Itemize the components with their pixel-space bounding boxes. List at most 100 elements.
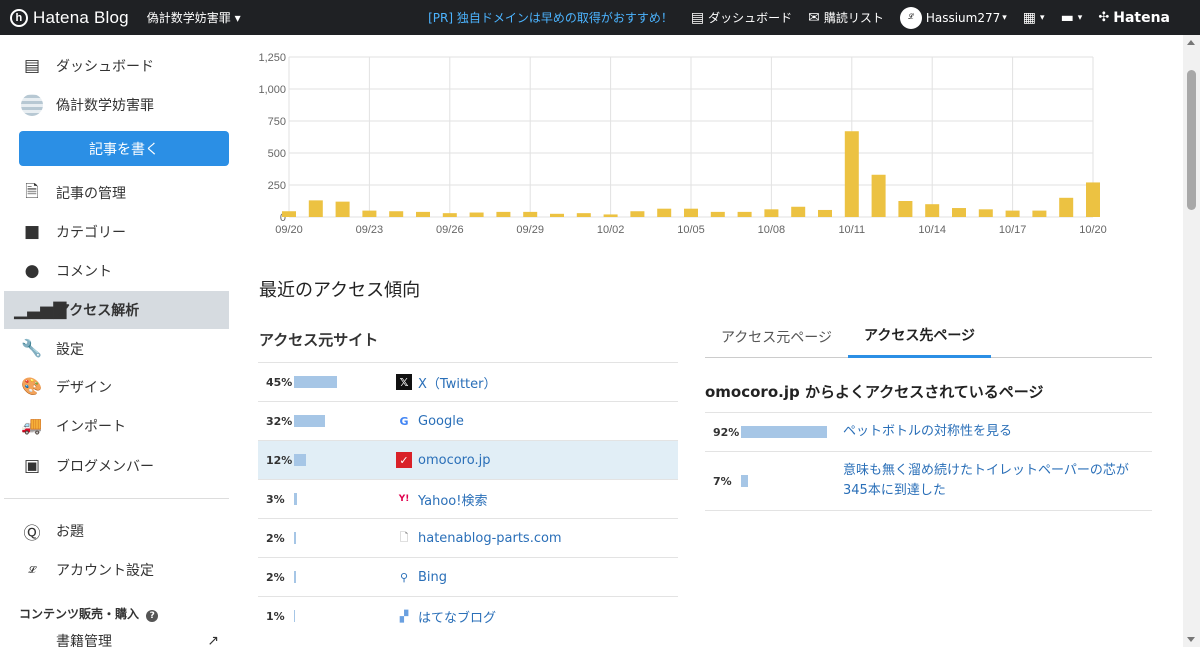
signature-icon: 𝓛 — [28, 564, 36, 576]
chart-bar — [818, 209, 832, 217]
referrer-site-link[interactable]: hatenablog-parts.com — [418, 531, 562, 546]
sidebar-item-label: 偽計数学妨害罪 — [56, 98, 154, 114]
referrer-row[interactable]: 3% Y! Yahoo!検索 — [258, 479, 678, 518]
referrer-site-link[interactable]: Bing — [418, 570, 447, 585]
referrer-bar — [294, 415, 325, 427]
scroll-up-icon[interactable] — [1187, 40, 1195, 45]
sidebar-item-posts[interactable]: 🗎 記事の管理 — [4, 174, 229, 212]
landing-page-link[interactable]: 意味も無く溜め続けたトイレットペーパーの芯が345本に到達した — [843, 461, 1148, 501]
referrer-site-link[interactable]: Google — [418, 414, 464, 429]
user-menu[interactable]: 𝓛 Hassium277 ▾ — [899, 6, 1007, 29]
referrer-bar-track — [294, 610, 396, 622]
hatena-blog-logo[interactable]: h Hatena Blog — [10, 8, 129, 28]
scrollbar-thumb[interactable] — [1187, 70, 1196, 210]
referrer-row[interactable]: 12% ✓ omocoro.jp — [258, 440, 678, 479]
pr-link[interactable]: [PR] 独自ドメインは早めの取得がおすすめ！ — [428, 9, 673, 26]
sidebar-item-design[interactable]: 🎨 デザイン — [4, 368, 229, 406]
top-bar: h Hatena Blog 偽計数学妨害罪 ▾ [PR] 独自ドメインは早めの取… — [0, 0, 1200, 35]
dashboard-link[interactable]: ▤ ダッシュボード — [691, 9, 792, 26]
y-tick-label: 1,000 — [258, 84, 286, 96]
chart-bar — [1059, 197, 1074, 217]
referrer-site-link[interactable]: omocoro.jp — [418, 453, 490, 468]
google-icon: G — [399, 414, 409, 428]
chart-bar — [469, 212, 484, 217]
referrer-row[interactable]: 45% 𝕏 X（Twitter） — [258, 362, 678, 401]
notifications-menu[interactable]: ▬ ▾ — [1061, 10, 1083, 26]
tab-referrer-pages[interactable]: アクセス元ページ — [705, 315, 848, 358]
referrer-percent: 3% — [266, 492, 285, 506]
landing-bar — [741, 475, 748, 487]
sidebar-item-import[interactable]: 🚚 インポート — [4, 407, 229, 445]
sidebar-item-members[interactable]: ▣ ブログメンバー — [4, 447, 229, 485]
referrer-site-link[interactable]: Yahoo!検索 — [418, 490, 487, 509]
palette-icon: 🎨 — [21, 377, 43, 397]
page-scrollbar[interactable] — [1183, 35, 1200, 647]
chart-bar — [1005, 210, 1020, 217]
blog-selector[interactable]: 偽計数学妨害罪 ▾ — [147, 9, 241, 26]
sidebar-item-dashboard[interactable]: ▤ ダッシュボード — [4, 47, 229, 85]
sidebar-item-settings[interactable]: 🔧 設定 — [4, 330, 229, 368]
mailbox-icon: ✉ — [808, 9, 820, 26]
signal-icon: ▁▃▅▇ — [14, 300, 67, 320]
referrer-bar-track — [294, 571, 396, 583]
sidebar-item-topics[interactable]: Ⓠ お題 — [4, 512, 229, 550]
x-tick-label: 09/26 — [436, 224, 464, 236]
speech-bubble-icon: ▬ — [1060, 9, 1074, 26]
sidebar-item-label: お題 — [56, 524, 84, 540]
landing-bar-track — [741, 475, 843, 487]
question-icon: Ⓠ — [23, 523, 41, 544]
tab-landing-pages[interactable]: アクセス先ページ — [848, 315, 992, 358]
sidebar-item-books[interactable]: 書籍管理 ↗ — [4, 631, 229, 647]
sidebar-item-categories[interactable]: ■ カテゴリー — [4, 213, 229, 251]
referrer-row[interactable]: 2% 🗋 hatenablog-parts.com — [258, 518, 678, 557]
content-sales-heading: コンテンツ販売・購入 ? — [19, 605, 159, 622]
caret-down-icon: ▾ — [234, 11, 241, 25]
sidebar-item-account[interactable]: 𝓛 アカウント設定 — [4, 551, 229, 589]
recent-access-title: 最近のアクセス傾向 — [259, 280, 421, 301]
referrer-row[interactable]: 2% ⚲ Bing — [258, 557, 678, 596]
x-tick-label: 09/23 — [356, 224, 384, 236]
referrer-row[interactable]: 32% G Google — [258, 401, 678, 440]
referrer-site-link[interactable]: はてなブログ — [418, 607, 496, 626]
landing-page-row[interactable]: 92% ペットボトルの対称性を見る — [705, 412, 1152, 451]
landing-page-link[interactable]: ペットボトルの対称性を見る — [843, 422, 1148, 442]
external-link-icon: ↗ — [207, 633, 219, 647]
sidebar-item-label: ダッシュボード — [56, 59, 154, 75]
comment-icon: ● — [24, 261, 40, 281]
x-tick-label: 10/11 — [838, 224, 865, 236]
referrer-bar-track — [294, 532, 396, 544]
content-sales-heading-label: コンテンツ販売・購入 — [19, 607, 140, 621]
scroll-down-icon[interactable] — [1187, 637, 1195, 642]
caret-down-icon: ▾ — [1040, 12, 1045, 23]
sidebar-item-label: インポート — [56, 419, 126, 435]
x-tick-label: 09/20 — [275, 224, 303, 236]
help-icon[interactable]: ? — [146, 610, 159, 622]
hatenablog-icon: ▞ — [399, 609, 409, 623]
chart-bar — [764, 209, 779, 217]
chart-bar — [576, 213, 591, 217]
hatena-logo-icon: h — [10, 8, 28, 27]
referrer-row[interactable]: 1% ▞ はてなブログ — [258, 596, 678, 635]
apps-menu[interactable]: ▦ ▾ — [1023, 10, 1045, 26]
sidebar-item-blog[interactable]: 偽計数学妨害罪 — [4, 86, 229, 124]
dashboard-icon: ▤ — [23, 56, 41, 76]
referrer-site-link[interactable]: X（Twitter） — [418, 373, 496, 392]
reading-list-link[interactable]: ✉ 購読リスト — [808, 9, 884, 26]
referrer-percent: 45% — [266, 375, 293, 389]
referrer-percent: 2% — [266, 531, 285, 545]
folder-icon: ■ — [23, 222, 41, 242]
sidebar-item-label: 設定 — [56, 342, 84, 358]
sidebar-item-label: コメント — [56, 264, 112, 280]
sidebar-item-analytics[interactable]: ▁▃▅▇ アクセス解析 — [4, 291, 229, 329]
omocoro-icon: ✓ — [396, 452, 412, 468]
x-tick-label: 10/20 — [1079, 224, 1107, 236]
chart-bar — [844, 131, 859, 217]
write-post-button[interactable]: 記事を書く — [19, 131, 229, 166]
chart-bar — [442, 213, 457, 217]
landing-page-row[interactable]: 7% 意味も無く溜め続けたトイレットペーパーの芯が345本に到達した — [705, 451, 1152, 510]
chart-bar — [630, 211, 645, 217]
x-tick-label: 09/29 — [516, 224, 544, 236]
sidebar-item-label: ブログメンバー — [56, 459, 154, 475]
sidebar-item-comments[interactable]: ● コメント — [4, 252, 229, 290]
hatena-link[interactable]: ✣ Hatena — [1098, 10, 1170, 26]
